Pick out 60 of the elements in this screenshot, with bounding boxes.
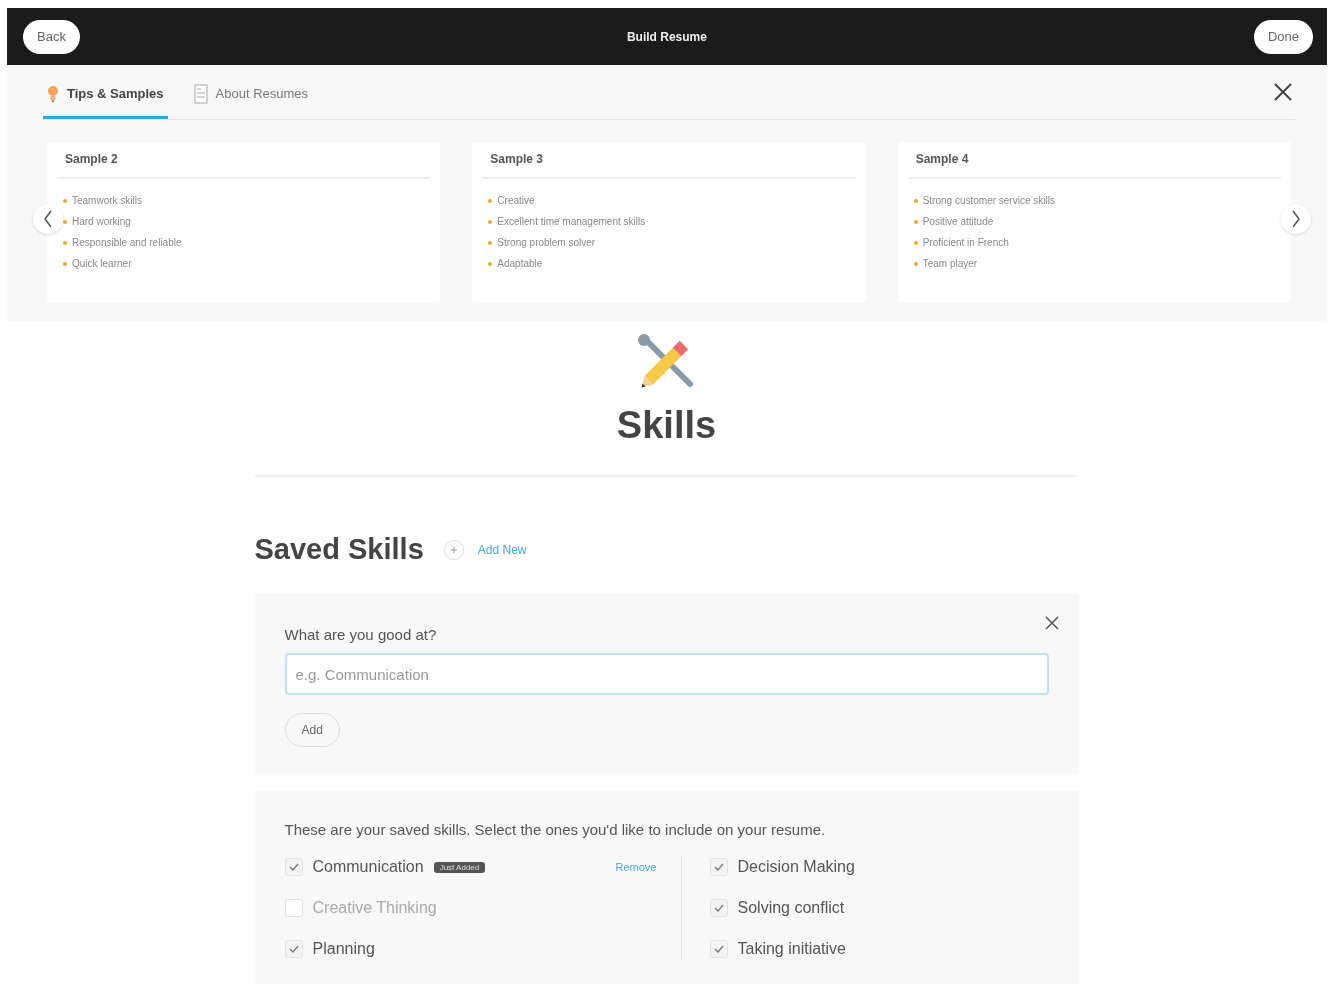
checkbox[interactable]: [709, 858, 728, 876]
skill-name: Decision Making: [737, 858, 855, 876]
bullet-icon: [488, 261, 493, 266]
sample-item: Excellent time management skills: [497, 216, 646, 227]
tab[interactable]: About Resumes: [189, 65, 313, 119]
instructions-text: These are your saved skills. Select the ones you'd like to include on your resume.: [284, 821, 827, 838]
sample-item: Quick learner: [72, 258, 132, 269]
bullet-icon: [913, 198, 918, 203]
skill-name: Communication: [312, 858, 424, 876]
sample-item: Responsible and reliable: [72, 237, 182, 248]
tab[interactable]: Tips & Samples: [43, 65, 168, 119]
checkmark-icon: [288, 945, 299, 953]
checkmark-icon: [713, 863, 724, 871]
sample-title: Sample 3: [482, 142, 856, 179]
bullet-icon: [63, 219, 67, 224]
skill-name: Taking initiative: [737, 940, 846, 958]
sample-title: Sample 2: [57, 142, 431, 179]
skill-name: Solving conflict: [737, 899, 845, 917]
add-button[interactable]: Add: [284, 713, 340, 747]
section-title: Skills: [616, 404, 717, 447]
just-added-badge: Just Added: [433, 861, 486, 873]
checkbox[interactable]: [284, 858, 303, 876]
document-icon: [193, 83, 208, 104]
saved-skills-heading: Saved Skills: [254, 533, 424, 566]
window-title: Build Resume: [626, 29, 707, 44]
sample-item: Creative: [497, 195, 535, 206]
checkbox[interactable]: [284, 940, 303, 958]
sample-item: Adaptable: [497, 258, 543, 269]
sample-item: Team player: [922, 258, 978, 269]
sample-item: Teamwork skills: [72, 195, 142, 206]
close-icon[interactable]: [1044, 616, 1059, 630]
bullet-icon: [488, 240, 493, 245]
done-button[interactable]: Done: [1253, 19, 1313, 54]
sample-item: Positive attitude: [922, 216, 994, 227]
field-label: What are you good at?: [284, 626, 438, 643]
bullet-icon: [913, 240, 918, 245]
checkmark-icon: [288, 863, 299, 871]
bullet-icon: [63, 198, 67, 203]
close-icon[interactable]: [1273, 82, 1293, 102]
checkbox[interactable]: [709, 899, 728, 917]
lightbulb-icon: [47, 84, 59, 103]
checkmark-icon: [713, 904, 724, 912]
sample-item: Hard working: [72, 216, 131, 227]
checkmark-icon: [713, 945, 724, 953]
bullet-icon: [63, 261, 67, 266]
bullet-icon: [488, 198, 493, 203]
skill-name: Creative Thinking: [312, 899, 437, 917]
sample-item: Proficient in French: [922, 237, 1009, 248]
sample-item: Strong customer service skills: [922, 195, 1055, 206]
checkbox[interactable]: [284, 899, 303, 917]
bullet-icon: [913, 219, 918, 224]
checkbox[interactable]: [709, 940, 728, 958]
skill-name: Planning: [312, 940, 375, 958]
bullet-icon: [913, 261, 918, 266]
bullet-icon: [63, 240, 67, 245]
bullet-icon: [488, 219, 493, 224]
sample-title: Sample 4: [907, 142, 1281, 179]
back-button[interactable]: Back: [23, 19, 80, 54]
sample-item: Strong problem solver: [497, 237, 596, 248]
skill-input-field[interactable]: e.g. Communication: [284, 653, 1049, 695]
